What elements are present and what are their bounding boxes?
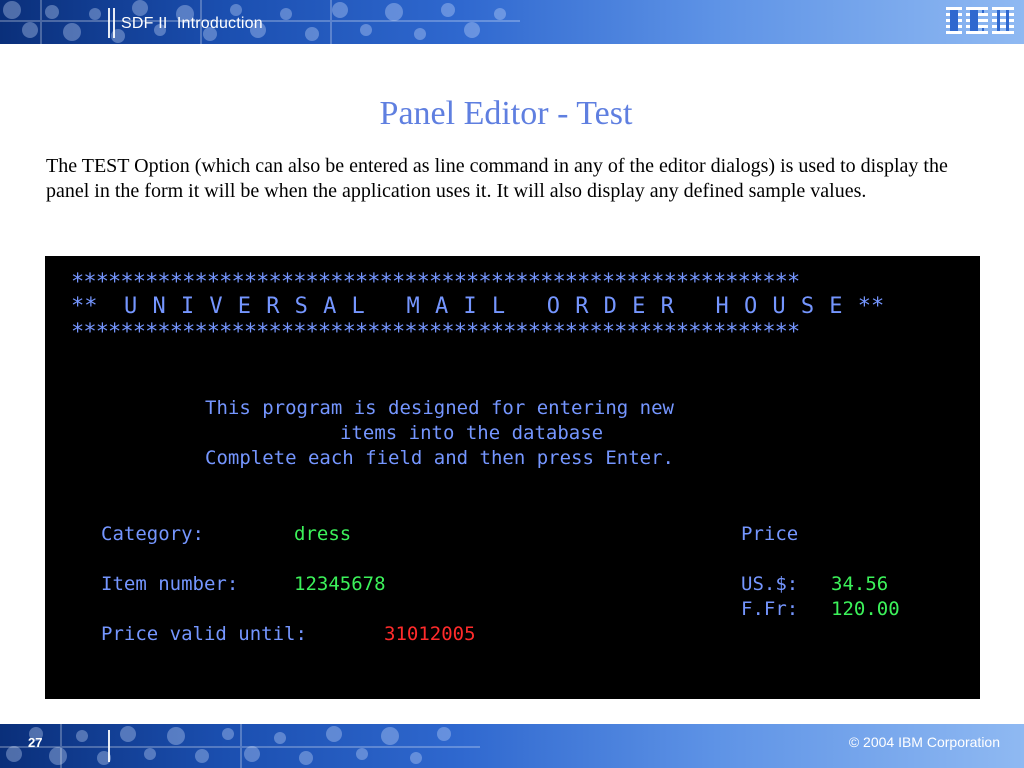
intro-line-1: This program is designed for entering ne…	[205, 397, 674, 419]
header-divider-left	[108, 8, 110, 38]
terminal-screen: ****************************************…	[45, 256, 980, 699]
slide-body-text: The TEST Option (which can also be enter…	[46, 155, 948, 202]
category-label: Category:	[101, 523, 204, 545]
page-number: 27	[28, 735, 43, 750]
banner-right-stars: **	[857, 294, 885, 319]
price-valid-label: Price valid until:	[101, 623, 307, 645]
slide: SDF II Introduction Panel Editor - Test …	[0, 0, 1024, 768]
us-dollar-field[interactable]: 34.56	[831, 573, 888, 595]
us-dollar-label: US.$:	[741, 573, 799, 595]
french-franc-field[interactable]: 120.00	[831, 598, 900, 620]
item-number-field[interactable]: 12345678	[294, 573, 386, 595]
header-band: SDF II Introduction	[0, 0, 1024, 44]
header-divider-right	[113, 8, 115, 38]
price-valid-field[interactable]: 31012005	[384, 623, 476, 645]
footer-band: 27 © 2004 IBM Corporation	[0, 724, 1024, 768]
copyright-text: © 2004 IBM Corporation	[848, 734, 1000, 750]
terminal-stars-bottom: ****************************************…	[71, 320, 800, 345]
banner-word-mail: MAIL	[406, 294, 521, 319]
banner-word-house: HOUSE	[715, 294, 858, 319]
category-field[interactable]: dress	[294, 523, 351, 545]
banner-word-order: ORDER	[546, 294, 690, 319]
terminal-banner: ** UNIVERSAL MAIL ORDER HOUSE**	[71, 296, 884, 318]
terminal-stars-top: ****************************************…	[71, 270, 800, 295]
item-number-label: Item number:	[101, 573, 239, 595]
slide-title: Panel Editor - Test	[379, 95, 633, 132]
french-franc-label: F.Fr:	[741, 598, 799, 620]
price-label: Price	[741, 523, 799, 545]
footer-divider	[108, 730, 110, 762]
banner-word-universal: UNIVERSAL	[124, 294, 381, 319]
header-title: SDF II Introduction	[121, 15, 263, 32]
ibm-logo	[946, 7, 1014, 34]
banner-left-stars: **	[71, 294, 98, 319]
intro-line-2: items into the database	[340, 422, 604, 444]
intro-line-3: Complete each field and then press Enter…	[205, 447, 674, 469]
